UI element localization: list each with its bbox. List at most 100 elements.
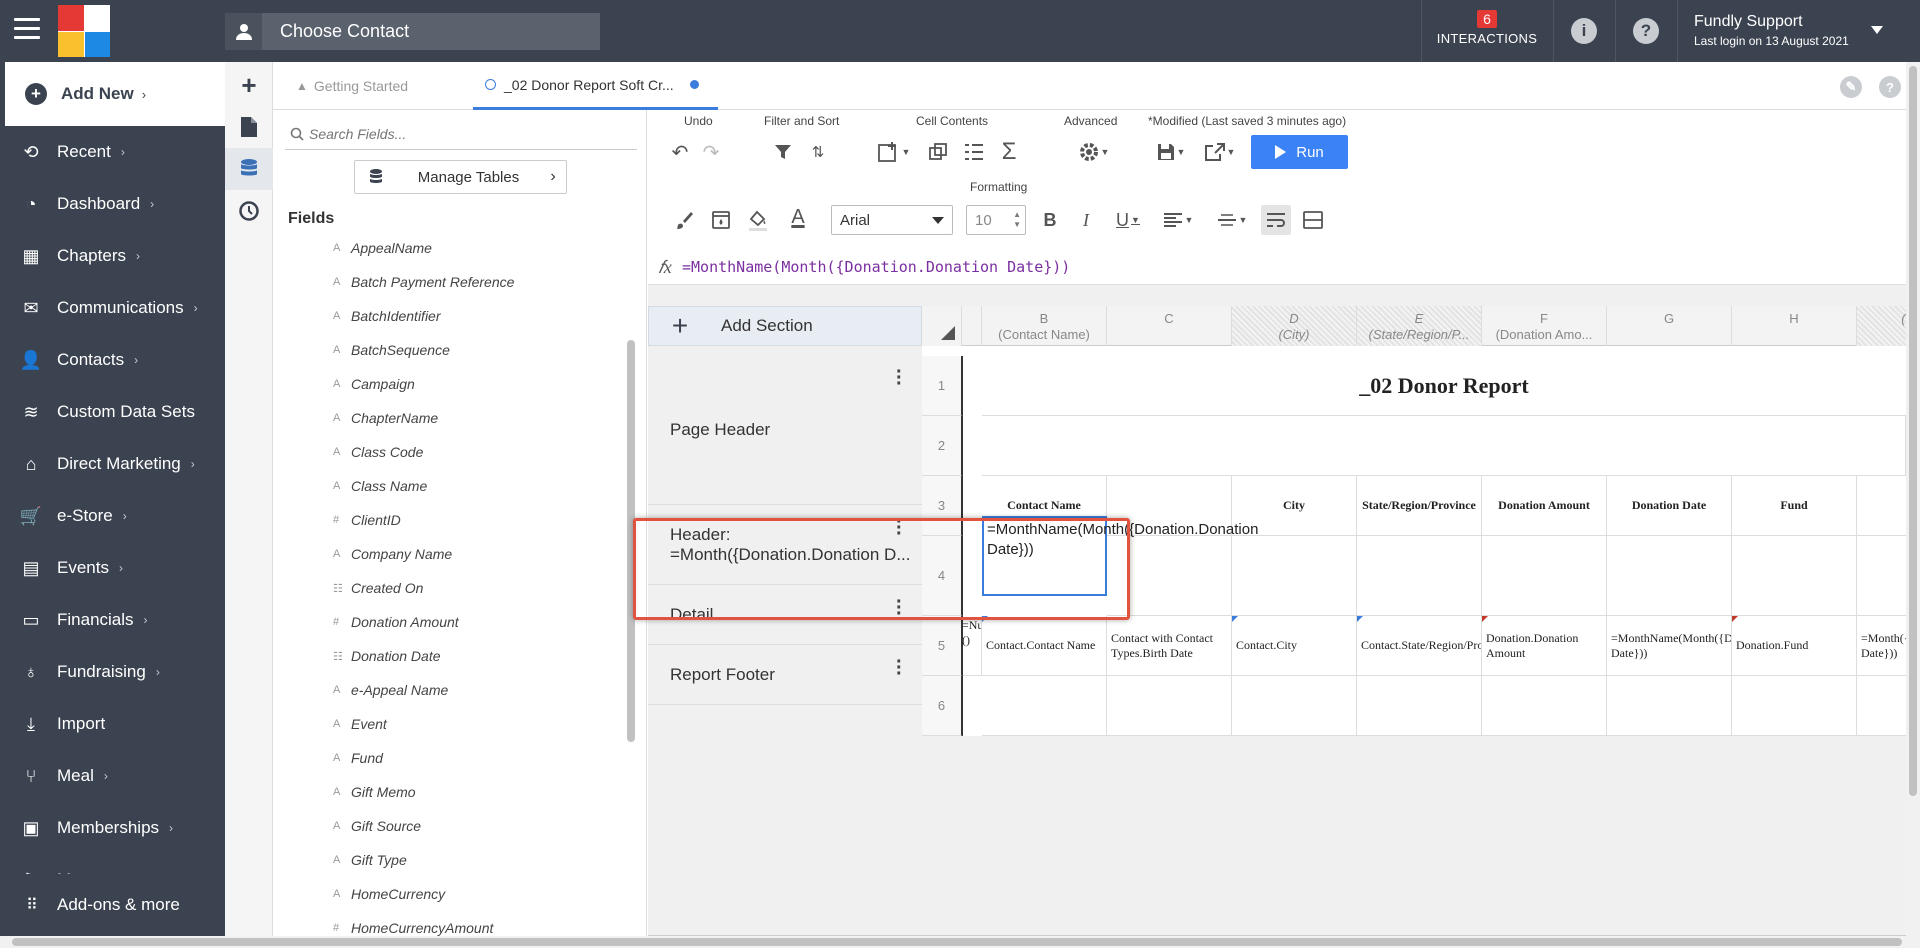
bold-icon[interactable]: B (1035, 205, 1065, 235)
add-section-button[interactable]: + Add Section (648, 306, 922, 346)
column-header-a[interactable] (962, 306, 982, 346)
vertical-align-icon[interactable]: ▼ (1211, 205, 1253, 235)
cell-style-icon[interactable] (706, 205, 736, 235)
column-header[interactable]: D (City) (1232, 306, 1357, 346)
column-header[interactable]: C (1107, 306, 1232, 346)
wrap-text-icon[interactable] (1261, 205, 1291, 235)
row-header[interactable]: 4 (922, 536, 962, 616)
font-color-icon[interactable]: A (783, 202, 813, 232)
column-header[interactable]: E (State/Region/P... (1357, 306, 1482, 346)
field-item[interactable]: A BatchIdentifier (333, 299, 603, 333)
footer-cell[interactable] (1607, 676, 1732, 736)
empty-row-cell[interactable] (982, 416, 1906, 476)
field-item[interactable]: # Donation Amount (333, 605, 603, 639)
group-header-cell[interactable] (1357, 536, 1482, 616)
field-item[interactable]: A AppealName (333, 231, 603, 265)
addons-button[interactable]: ⠿ Add-ons & more (0, 874, 225, 936)
nav-item-dashboard[interactable]: ◔ Dashboard › (0, 178, 225, 230)
field-item[interactable]: A Fund (333, 741, 603, 775)
row-header[interactable]: 1 (922, 356, 962, 416)
field-item[interactable]: A Gift Memo (333, 775, 603, 809)
kebab-menu-icon[interactable]: · · · (896, 652, 904, 684)
detail-cell[interactable]: Contact.City (1232, 616, 1357, 676)
field-item[interactable]: A ChapterName (333, 401, 603, 435)
font-size-input[interactable]: 10 ▲ ▼ (966, 205, 1026, 235)
sort-icon[interactable]: ⇅ (803, 137, 833, 167)
kebab-menu-icon[interactable]: · · · (896, 512, 904, 544)
search-fields-input[interactable] (309, 125, 629, 142)
underline-icon[interactable]: U ▼ (1107, 205, 1149, 235)
column-header[interactable]: F (Donation Amo... (1482, 306, 1607, 346)
field-item[interactable]: A Class Name (333, 469, 603, 503)
help-icon[interactable]: ? (1633, 18, 1659, 44)
column-title-cell[interactable]: State/Region/Province (1357, 476, 1482, 536)
field-item[interactable]: A Class Code (333, 435, 603, 469)
field-item[interactable]: A BatchSequence (333, 333, 603, 367)
row-header[interactable]: 6 (922, 676, 962, 736)
kebab-menu-icon[interactable]: · · · (896, 362, 904, 394)
tab-getting-started[interactable]: ▲ Getting Started (296, 62, 408, 110)
nav-item-communications[interactable]: ✉ Communications › (0, 282, 225, 334)
nav-item-direct-marketing[interactable]: ⌂ Direct Marketing › (0, 438, 225, 490)
fields-scrollbar[interactable] (627, 340, 635, 742)
nav-item-recent[interactable]: ⟲ Recent › (0, 126, 225, 178)
footer-cell[interactable] (1357, 676, 1482, 736)
group-header-cell[interactable] (1232, 536, 1357, 616)
field-item[interactable]: A Campaign (333, 367, 603, 401)
group-header-cell[interactable] (1107, 536, 1232, 616)
tab-donor-report[interactable]: _02 Donor Report Soft Cr... (473, 62, 718, 110)
detail-cell[interactable]: Donation.Fund (1732, 616, 1857, 676)
detail-cell[interactable]: Contact with Contact Types.Birth Date (1107, 616, 1232, 676)
insert-icon[interactable]: ▼ (873, 137, 915, 167)
save-icon[interactable]: ▼ (1150, 137, 1192, 167)
formula-text[interactable]: =MonthName(Month({Donation.Donation Date… (682, 258, 1070, 276)
caret-down-icon[interactable] (1871, 26, 1883, 34)
selected-cell[interactable]: =MonthName(Month({Donation.Donation Date… (982, 516, 1258, 596)
detail-cell[interactable]: =MonthName(Month({Donation.Donation Date… (1607, 616, 1732, 676)
detail-cell[interactable]: Donation.Donation Amount (1482, 616, 1607, 676)
export-icon[interactable]: ▼ (1199, 137, 1241, 167)
select-all-corner[interactable] (922, 306, 962, 346)
footer-cell[interactable] (1232, 676, 1357, 736)
nav-item-custom-data-sets[interactable]: ≋ Custom Data Sets (0, 386, 225, 438)
kebab-menu-icon[interactable]: · · · (896, 592, 904, 624)
formula-bar[interactable]: 𝑓x =MonthName(Month({Donation.Donation D… (648, 250, 1920, 285)
nav-item-contacts[interactable]: 👤 Contacts › (0, 334, 225, 386)
field-item[interactable]: A Gift Source (333, 809, 603, 843)
column-header[interactable]: B (Contact Name) (982, 306, 1107, 346)
nav-item-memberships[interactable]: ▣ Memberships › (0, 802, 225, 854)
merge-cells-icon[interactable] (1298, 205, 1328, 235)
nav-item-meal[interactable]: ⑂ Meal › (0, 750, 225, 802)
clock-icon[interactable] (225, 190, 273, 232)
footer-cell[interactable] (1857, 676, 1906, 736)
help-icon[interactable]: ? (1879, 76, 1901, 98)
column-header[interactable]: H (1732, 306, 1857, 346)
column-title-cell[interactable]: Donation Amount (1482, 476, 1607, 536)
footer-cell[interactable] (1107, 676, 1232, 736)
section-header[interactable]: Header: =Month({Donation.Donation D... ·… (648, 505, 922, 585)
group-header-cell[interactable] (1732, 536, 1857, 616)
row-header[interactable]: 2 (922, 416, 962, 476)
nav-item-events[interactable]: ▤ Events › (0, 542, 225, 594)
field-item[interactable]: A HomeCurrency (333, 877, 603, 911)
footer-cell[interactable] (1732, 676, 1857, 736)
report-title-cell[interactable]: _02 Donor Report (982, 356, 1906, 416)
group-header-cell[interactable] (1857, 536, 1906, 616)
detail-cell[interactable]: Contact.Contact Name (982, 616, 1107, 676)
horizontal-scrollbar[interactable] (0, 936, 1920, 948)
fill-color-icon[interactable] (743, 205, 773, 235)
group-header-cell[interactable] (1482, 536, 1607, 616)
field-item[interactable]: ☷ Created On (333, 571, 603, 605)
spreadsheet[interactable]: B (Contact Name) C D (City) E (State/Region/P.… (922, 306, 1906, 736)
user-menu[interactable]: Fundly Support Last login on 13 August 2… (1694, 13, 1849, 48)
vertical-scrollbar[interactable] (1906, 62, 1920, 936)
manage-tables-button[interactable]: Manage Tables › (354, 160, 567, 194)
column-title-cell[interactable]: Don (1857, 476, 1906, 536)
undo-icon[interactable]: ↶ (665, 137, 695, 167)
run-button[interactable]: Run (1251, 135, 1348, 169)
field-item[interactable]: A Company Name (333, 537, 603, 571)
field-item[interactable]: Ae-Appeal Name (333, 673, 603, 707)
copy-cell-icon[interactable] (923, 137, 953, 167)
field-item[interactable]: # HomeCurrencyAmount (333, 911, 603, 936)
logo[interactable] (58, 5, 110, 57)
